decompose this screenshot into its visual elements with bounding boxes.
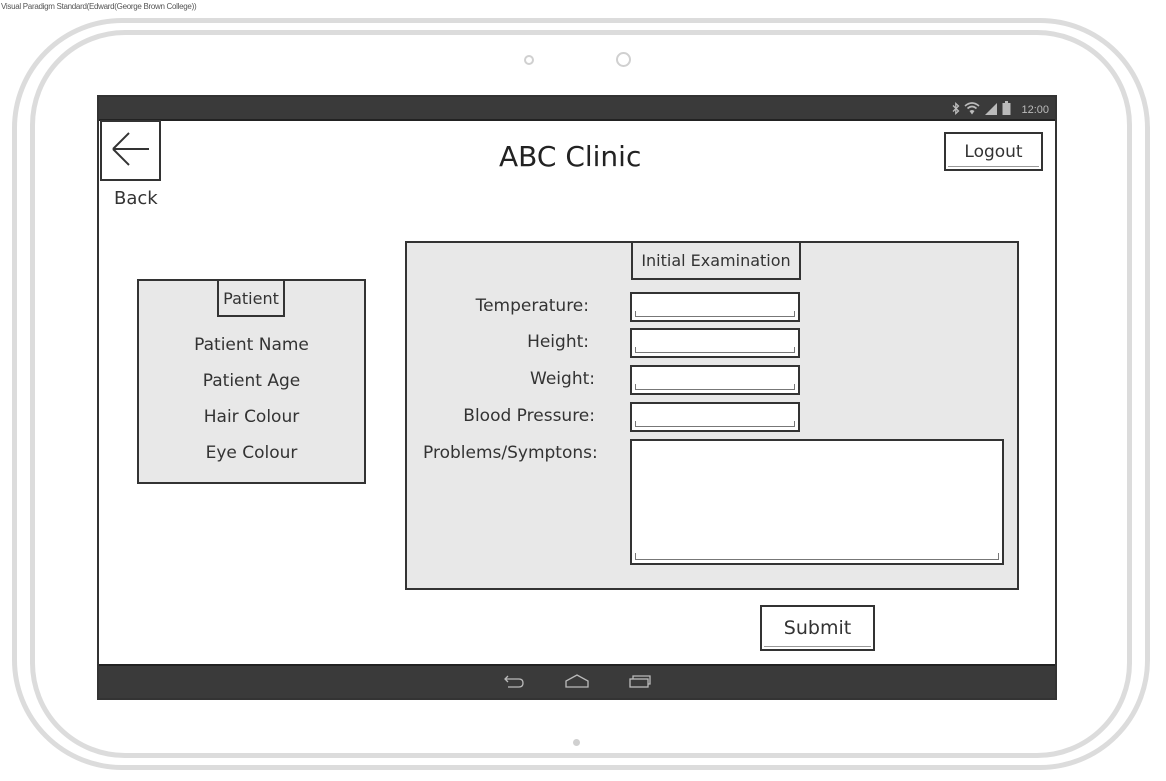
navigation-bar [99,664,1055,698]
status-time: 12:00 [1021,103,1049,116]
back-label: Back [114,188,158,209]
hair-colour-field: Hair Colour [203,407,300,427]
battery-icon [1002,100,1011,119]
eye-colour-field: Eye Colour [205,443,298,463]
back-nav-icon[interactable] [502,672,526,694]
sensor-icon [616,52,631,67]
initial-examination-panel: Initial Examination Temperature: Height:… [405,241,1019,590]
patient-age-field: Patient Age [202,371,301,391]
weight-input[interactable] [630,365,800,395]
blood-pressure-label: Blood Pressure: [463,406,595,426]
weight-label: Weight: [530,369,595,389]
bluetooth-icon [952,100,960,119]
arrow-left-icon [109,129,153,173]
patient-panel-title: Patient [217,279,285,317]
exam-panel-title: Initial Examination [631,241,801,280]
patient-panel: Patient Patient Name Patient Age Hair Co… [137,279,366,484]
home-nav-icon[interactable] [564,672,590,694]
temperature-label: Temperature: [475,296,589,316]
home-dot [573,739,580,746]
submit-button[interactable]: Submit [760,605,875,651]
tablet-screen: 12:00 Back ABC Clinic Logout Patient Pat… [97,95,1057,700]
temperature-input[interactable] [630,292,800,322]
watermark-text: Visual Paradigm Standard(Edward(George B… [1,2,197,11]
height-label: Height: [527,332,589,352]
patient-name-field: Patient Name [194,335,309,355]
problems-textarea[interactable] [630,439,1004,565]
status-bar: 12:00 [99,97,1055,121]
blood-pressure-input[interactable] [630,402,800,432]
logout-button[interactable]: Logout [944,132,1043,171]
page-title: ABC Clinic [499,140,642,173]
problems-label: Problems/Symptons: [423,443,598,463]
signal-icon [984,100,998,119]
height-input[interactable] [630,328,800,358]
wifi-icon [964,100,980,119]
recents-nav-icon[interactable] [628,672,652,694]
back-button[interactable] [100,120,161,181]
camera-icon [524,55,534,65]
